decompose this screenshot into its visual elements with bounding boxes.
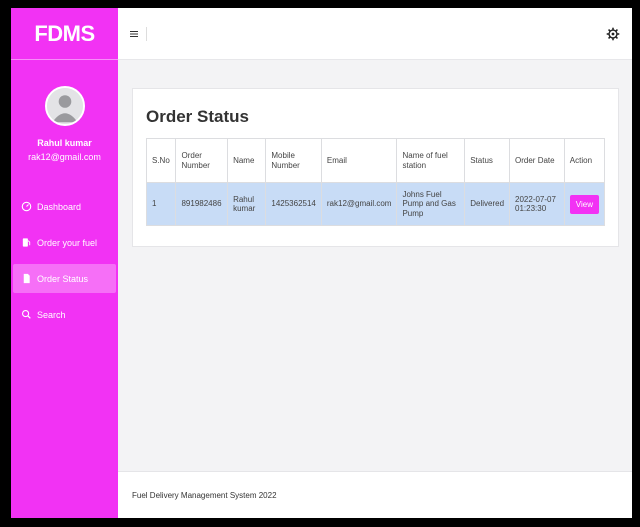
order-status-card: Order Status S.No Order Number Name Mobi… (132, 88, 619, 247)
cell-status: Delivered (464, 182, 511, 226)
content: Order Status S.No Order Number Name Mobi… (118, 60, 632, 471)
view-button[interactable]: View (569, 194, 599, 214)
sidebar-item-label: Dashboard (37, 201, 82, 212)
table-row: 1 891982486 Rahul kumar 1425362514 rak12… (145, 182, 606, 226)
user-email: rak12@gmail.com (28, 152, 101, 162)
topbar (118, 8, 632, 60)
sidebar-item-search[interactable]: Search (13, 300, 116, 329)
cell-order-date: 2022-07-07 01:23:30 (509, 182, 565, 226)
user-profile: Rahul kumar rak12@gmail.com (11, 60, 118, 162)
gauge-icon (20, 201, 32, 213)
cell-fuel-station: Johns Fuel Pump and Gas Pump (396, 182, 466, 226)
hamburger-icon (130, 30, 138, 37)
sidebar-item-order-status[interactable]: Order Status (13, 264, 116, 293)
column-header: S.No (145, 138, 177, 183)
sidebar-item-label: Search (37, 309, 66, 320)
fuel-pump-icon (20, 237, 32, 249)
cell-action: View (563, 182, 606, 226)
column-header: Name of fuel station (396, 138, 466, 183)
cell-order-number: 891982486 (175, 182, 229, 226)
sidebar-item-dashboard[interactable]: Dashboard (13, 192, 116, 221)
sidebar-nav: Dashboard Order your fuel Order Status S… (11, 192, 118, 329)
column-header: Status (464, 138, 511, 183)
table-header-row: S.No Order Number Name Mobile Number Ema… (145, 138, 606, 183)
cell-name: Rahul kumar (227, 182, 267, 226)
brand-logo[interactable]: FDMS (11, 8, 118, 60)
main-area: Order Status S.No Order Number Name Mobi… (118, 8, 632, 518)
page-title: Order Status (146, 107, 249, 126)
order-table: S.No Order Number Name Mobile Number Ema… (145, 138, 606, 226)
cell-mobile: 1425362514 (265, 182, 322, 226)
footer: Fuel Delivery Management System 2022 (118, 471, 632, 518)
sidebar: FDMS Rahul kumar rak12@gmail.com Dashboa… (11, 8, 118, 518)
document-icon (20, 273, 32, 285)
sidebar-item-label: Order your fuel (37, 237, 98, 248)
sidebar-item-label: Order Status (37, 273, 89, 284)
gear-icon[interactable] (606, 27, 620, 41)
column-header: Email (320, 138, 398, 183)
user-avatar-icon (46, 88, 83, 124)
cell-email: rak12@gmail.com (320, 182, 398, 226)
column-header: Mobile Number (265, 138, 322, 183)
column-header: Name (227, 138, 267, 183)
app-window: FDMS Rahul kumar rak12@gmail.com Dashboa… (11, 8, 632, 518)
user-name: Rahul kumar (37, 138, 92, 148)
cell-sno: 1 (145, 182, 177, 226)
column-header: Action (563, 138, 606, 183)
column-header: Order Number (175, 138, 229, 183)
menu-toggle-button[interactable] (130, 26, 147, 41)
avatar (44, 86, 85, 126)
sidebar-item-order-your-fuel[interactable]: Order your fuel (13, 228, 116, 257)
search-icon (20, 309, 32, 321)
divider (146, 26, 147, 41)
column-header: Order Date (509, 138, 565, 183)
